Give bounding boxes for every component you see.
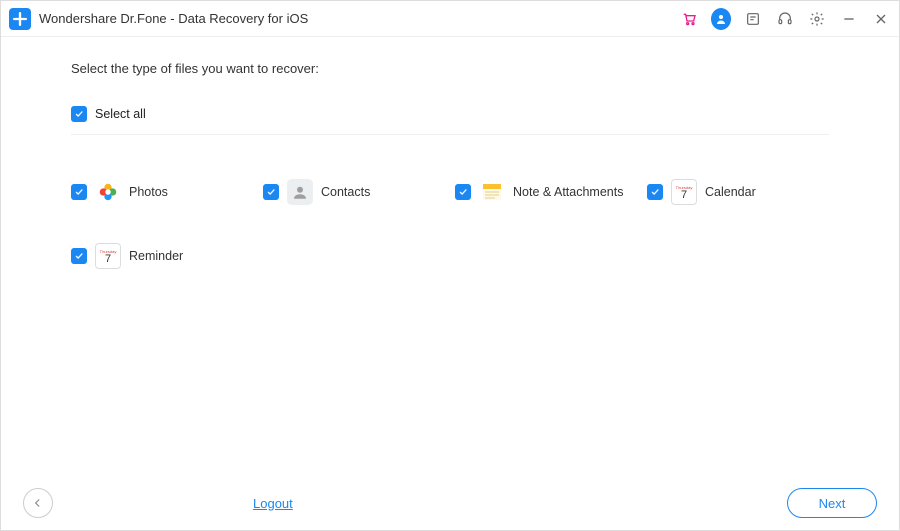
- settings-icon[interactable]: [807, 9, 827, 29]
- calendar-day: 7: [681, 190, 687, 201]
- item-contacts: Contacts: [263, 179, 445, 205]
- label-calendar: Calendar: [705, 185, 756, 199]
- item-notes: Note & Attachments: [455, 179, 637, 205]
- footer: Logout Next: [1, 476, 899, 530]
- label-reminder: Reminder: [129, 249, 183, 263]
- app-title: Wondershare Dr.Fone - Data Recovery for …: [39, 11, 679, 26]
- reminder-day: 7: [105, 254, 111, 265]
- logout-link[interactable]: Logout: [253, 496, 293, 511]
- checkbox-notes[interactable]: [455, 184, 471, 200]
- feedback-icon[interactable]: [743, 9, 763, 29]
- label-notes: Note & Attachments: [513, 185, 623, 199]
- app-window: Wondershare Dr.Fone - Data Recovery for …: [0, 0, 900, 531]
- back-button[interactable]: [23, 488, 53, 518]
- select-all-row: Select all: [71, 106, 829, 135]
- photos-icon: [95, 179, 121, 205]
- support-icon[interactable]: [775, 9, 795, 29]
- checkbox-reminder[interactable]: [71, 248, 87, 264]
- close-icon[interactable]: [871, 9, 891, 29]
- checkbox-contacts[interactable]: [263, 184, 279, 200]
- reminder-icon: Thursday 7: [95, 243, 121, 269]
- titlebar-actions: [679, 9, 891, 29]
- minimize-icon[interactable]: [839, 9, 859, 29]
- prompt-text: Select the type of files you want to rec…: [71, 61, 829, 76]
- select-all-checkbox[interactable]: [71, 106, 87, 122]
- user-icon[interactable]: [711, 9, 731, 29]
- contacts-icon: [287, 179, 313, 205]
- next-button[interactable]: Next: [787, 488, 877, 518]
- file-type-grid: Photos Contacts Note & Attac: [71, 179, 829, 269]
- label-contacts: Contacts: [321, 185, 370, 199]
- app-logo-icon: [9, 8, 31, 30]
- content-area: Select the type of files you want to rec…: [1, 37, 899, 476]
- cart-icon[interactable]: [679, 9, 699, 29]
- item-reminder: Thursday 7 Reminder: [71, 243, 253, 269]
- calendar-icon: Thursday 7: [671, 179, 697, 205]
- select-all-label: Select all: [95, 107, 146, 121]
- checkbox-photos[interactable]: [71, 184, 87, 200]
- item-photos: Photos: [71, 179, 253, 205]
- user-circle-icon: [711, 8, 731, 30]
- checkbox-calendar[interactable]: [647, 184, 663, 200]
- notes-icon: [479, 179, 505, 205]
- titlebar: Wondershare Dr.Fone - Data Recovery for …: [1, 1, 899, 37]
- item-calendar: Thursday 7 Calendar: [647, 179, 829, 205]
- label-photos: Photos: [129, 185, 168, 199]
